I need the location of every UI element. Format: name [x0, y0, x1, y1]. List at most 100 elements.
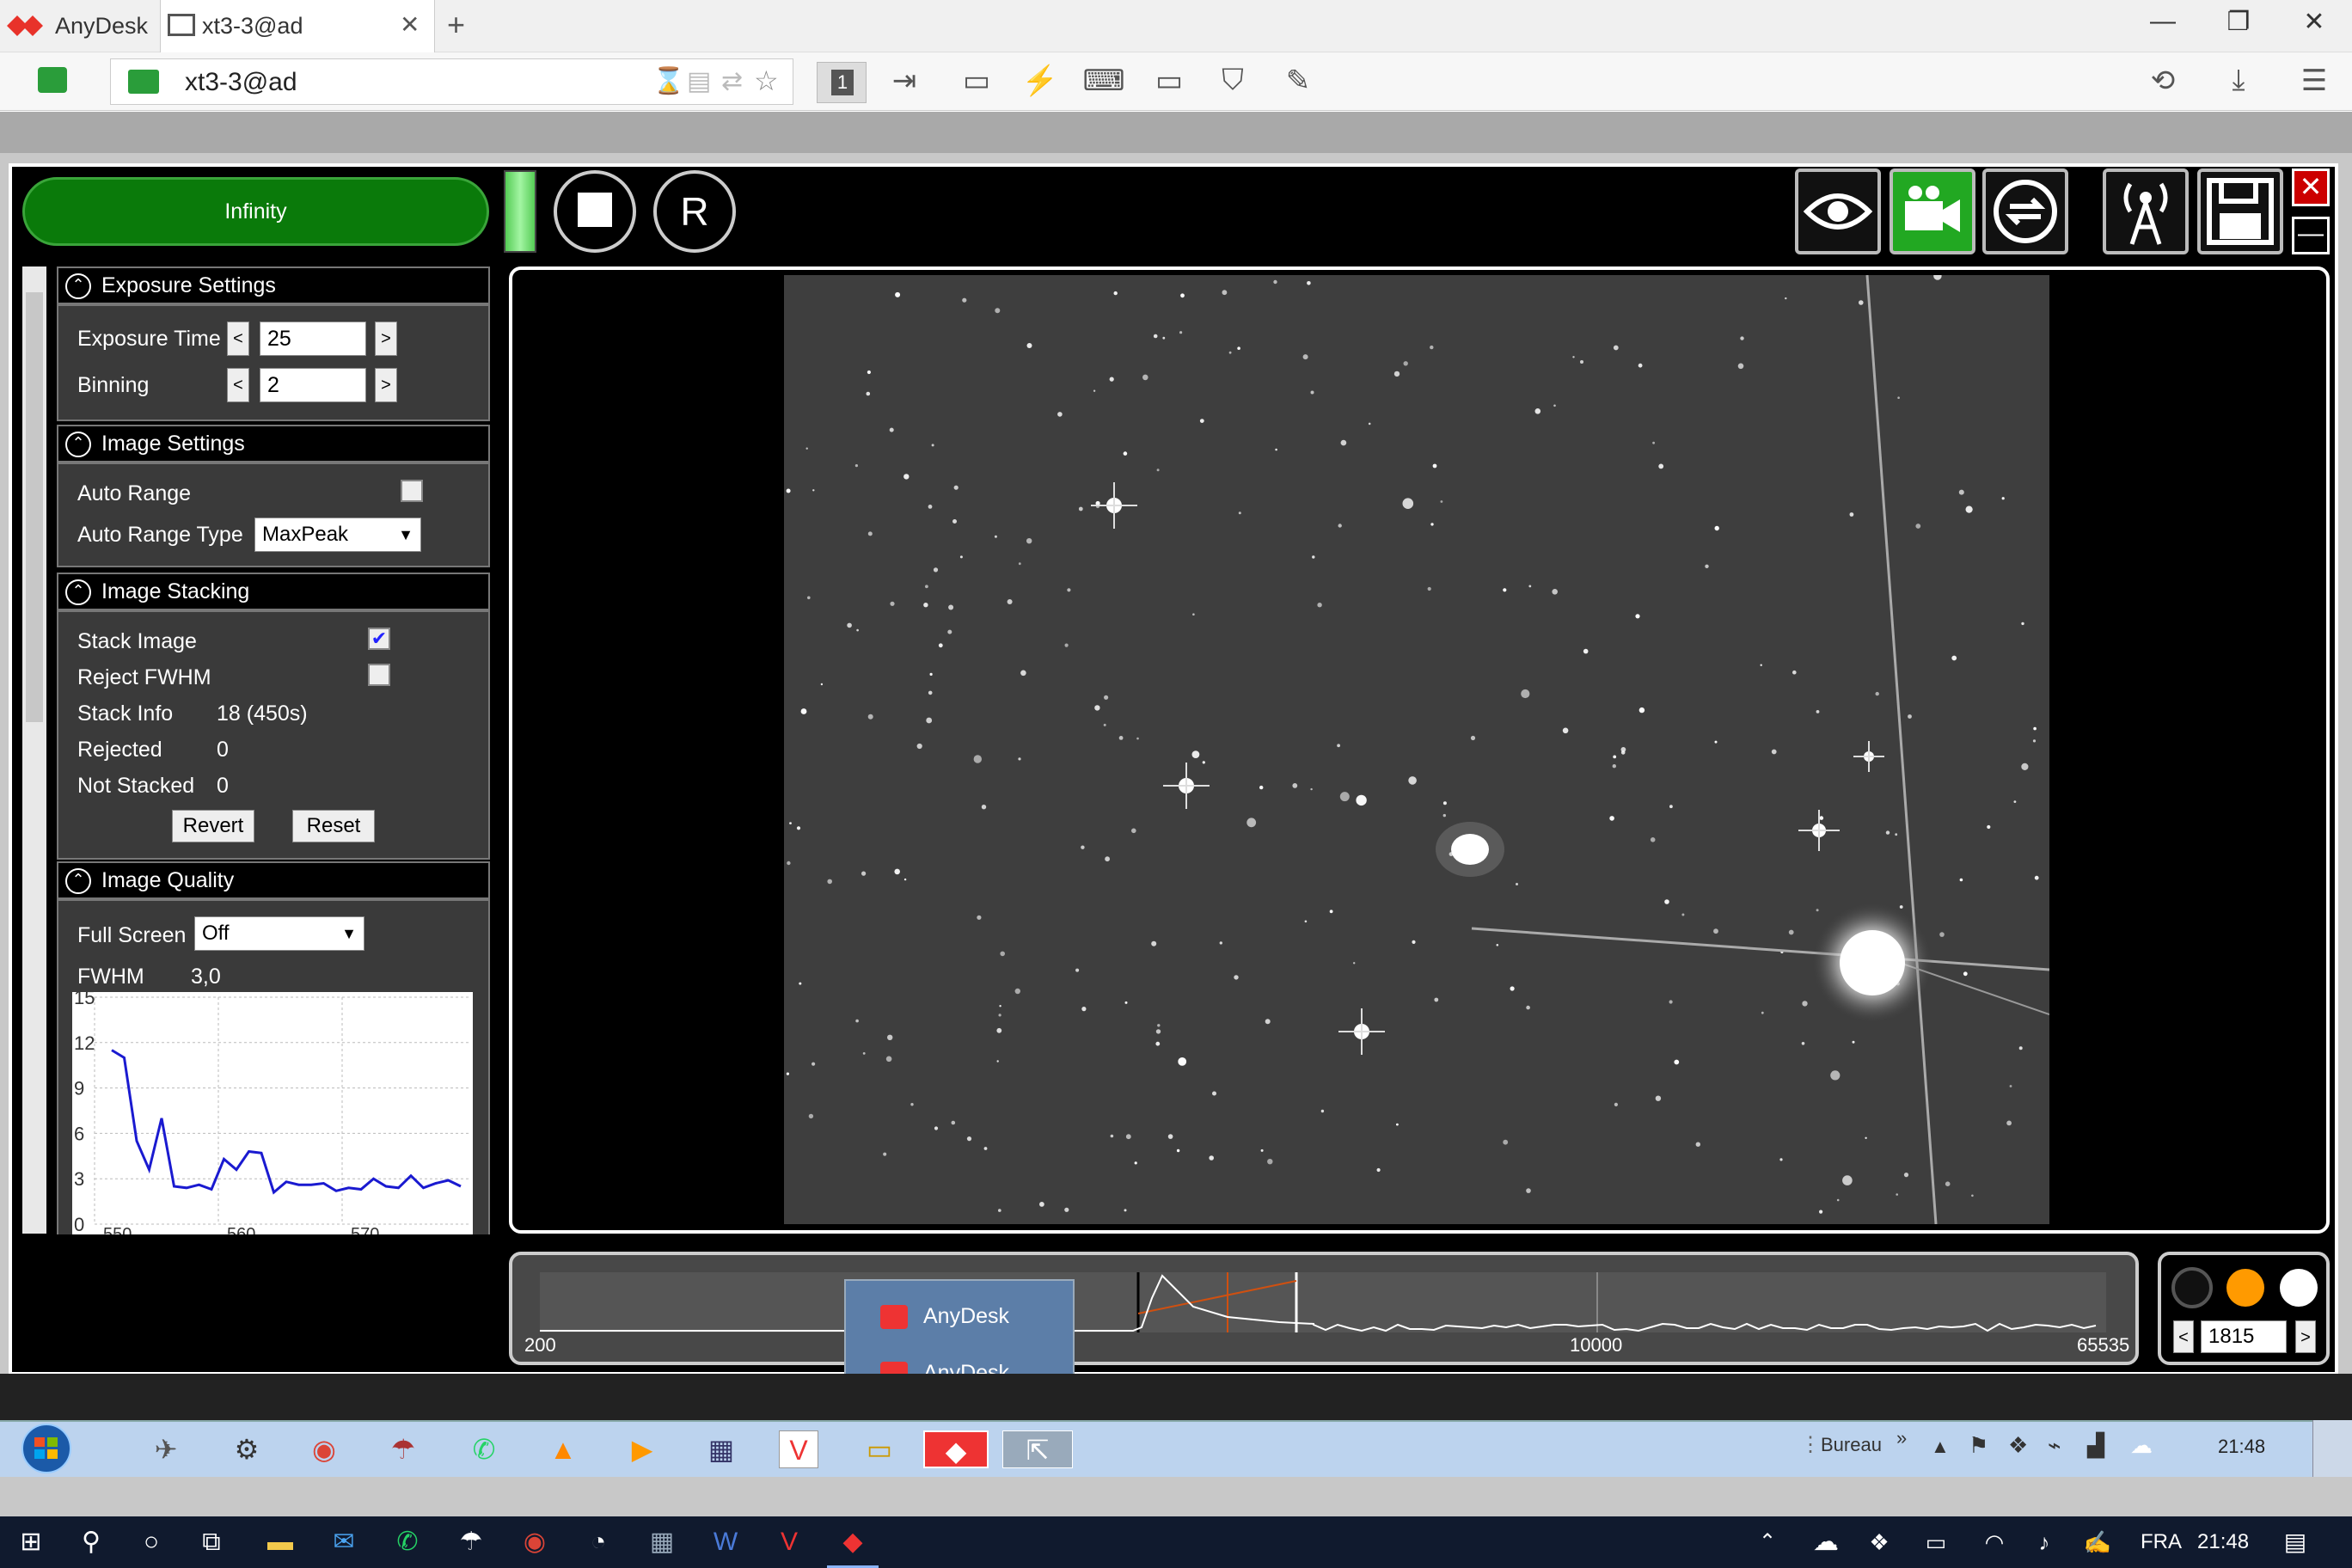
star-field-image[interactable] — [784, 275, 2049, 1224]
image-settings-header[interactable]: ⌃ Image Settings — [57, 425, 490, 462]
save-button[interactable] — [2197, 168, 2283, 254]
wifi-icon[interactable]: ◠ — [1969, 1516, 2020, 1568]
actions-lightning-icon[interactable]: ⚡ — [1014, 64, 1066, 98]
whatsapp-icon[interactable]: ✆ — [464, 1430, 504, 1468]
r-button[interactable]: R — [653, 170, 736, 253]
full-screen-select[interactable]: Off ▼ — [194, 916, 364, 951]
session-number-button[interactable]: 1 — [817, 62, 867, 103]
toolbar-chevron[interactable]: » — [1896, 1427, 1907, 1449]
loop-button[interactable] — [1982, 168, 2068, 254]
app-close-icon[interactable]: ✕ — [2292, 168, 2330, 206]
input-language[interactable]: FRA — [2141, 1530, 2182, 1554]
search-icon[interactable]: ⚲ — [65, 1516, 117, 1568]
speedometer-icon[interactable]: ◔ — [573, 1516, 624, 1568]
file-explorer-icon[interactable]: ▬ — [254, 1516, 306, 1568]
show-desktop-button[interactable] — [2312, 1420, 2352, 1477]
image-stacking-header[interactable]: ⌃ Image Stacking — [57, 573, 490, 610]
binning-decrement[interactable]: < — [227, 368, 249, 402]
cloud-icon[interactable]: ☁ — [2130, 1432, 2153, 1459]
stop-button[interactable] — [554, 170, 636, 253]
exposure-settings-header[interactable]: ⌃ Exposure Settings — [57, 266, 490, 304]
black-level-icon[interactable] — [2171, 1267, 2213, 1308]
favorite-star-icon[interactable]: ☆ — [754, 64, 779, 97]
whatsapp-icon[interactable]: ✆ — [382, 1516, 433, 1568]
windows-start-icon[interactable]: ⊞ — [5, 1516, 57, 1568]
collapse-caret-icon[interactable]: ⌃ — [65, 432, 91, 457]
chrome-icon[interactable]: ◉ — [304, 1430, 344, 1468]
word-icon[interactable]: W — [700, 1516, 751, 1568]
chat-icon[interactable]: ▭ — [951, 64, 1002, 98]
close-window-button[interactable]: ✕ — [2288, 7, 2340, 37]
keyboard-icon[interactable]: ⌨ — [1078, 64, 1130, 98]
level-increment[interactable]: > — [2295, 1320, 2316, 1353]
document-app-icon[interactable]: ▦ — [636, 1516, 688, 1568]
minimize-window-button[interactable]: — — [2137, 7, 2189, 36]
popup-anydesk-item-1[interactable]: AnyDesk — [863, 1295, 1061, 1338]
chrome-icon[interactable]: ◉ — [509, 1516, 560, 1568]
exposure-time-decrement[interactable]: < — [227, 322, 249, 356]
video-camera-button[interactable] — [1890, 168, 1975, 254]
collapse-caret-icon[interactable]: ⌃ — [65, 868, 91, 894]
remote-app-icon-2[interactable]: ⚙ — [227, 1430, 266, 1468]
exposure-time-increment[interactable]: > — [375, 322, 397, 356]
white-level-icon[interactable] — [2280, 1269, 2318, 1307]
switch-side-icon[interactable]: ⇥ — [879, 64, 930, 98]
flag-icon[interactable]: ⚑ — [1969, 1432, 1988, 1459]
binning-increment[interactable]: > — [375, 368, 397, 402]
tray-expand-icon[interactable]: ⌃ — [1742, 1516, 1793, 1568]
broadcast-button[interactable] — [2103, 168, 2189, 254]
signal-icon[interactable]: ▟ — [2087, 1432, 2104, 1459]
battery-icon[interactable]: ▭ — [1910, 1516, 1962, 1568]
vlc-icon[interactable]: ▲ — [543, 1430, 583, 1468]
notifications-icon[interactable]: ▤ — [2269, 1516, 2321, 1568]
reject-fwhm-checkbox[interactable] — [368, 664, 390, 686]
tab-close-icon[interactable]: ✕ — [400, 10, 420, 39]
local-clock[interactable]: 21:48 — [2197, 1530, 2249, 1554]
task-view-icon[interactable]: ⧉ — [186, 1516, 237, 1568]
revert-button[interactable]: Revert — [172, 810, 254, 842]
cortana-icon[interactable]: ○ — [126, 1516, 177, 1568]
connection-status-icon[interactable] — [38, 67, 67, 93]
stack-image-checkbox[interactable]: ✔ — [368, 628, 390, 650]
address-field[interactable]: xt3-3@ad ⌛ ▤ ⇄ ☆ — [110, 58, 793, 105]
session-tab[interactable]: xt3-3@ad ✕ — [160, 0, 435, 52]
collapse-caret-icon[interactable]: ⌃ — [65, 579, 91, 605]
file-explorer-icon[interactable]: ▭ — [860, 1430, 899, 1468]
histogram-plot[interactable] — [540, 1272, 2106, 1332]
image-quality-header[interactable]: ⌃ Image Quality — [57, 861, 490, 899]
vivaldi-icon[interactable]: V — [779, 1430, 818, 1468]
windows7-start-orb-icon[interactable] — [14, 1420, 79, 1477]
new-tab-button[interactable]: + — [447, 7, 465, 43]
mail-icon[interactable]: ✉ — [318, 1516, 370, 1568]
reset-button[interactable]: Reset — [292, 810, 375, 842]
anydesk-icon[interactable]: ◆ — [827, 1516, 879, 1568]
mid-level-icon[interactable] — [2226, 1269, 2264, 1307]
app-minimize-icon[interactable]: — — [2292, 217, 2330, 254]
remote-app-icon-12[interactable]: ⇱ — [1002, 1430, 1073, 1468]
collapse-caret-icon[interactable]: ⌃ — [65, 273, 91, 299]
bureau-toolbar-label[interactable]: Bureau — [1821, 1434, 1882, 1456]
menu-icon[interactable]: ☰ — [2288, 64, 2340, 98]
panel-scrollbar-thumb[interactable] — [26, 292, 43, 722]
auto-range-type-select[interactable]: MaxPeak ▼ — [254, 518, 421, 552]
dropbox-icon[interactable]: ❖ — [2008, 1432, 2028, 1459]
remote-app-icon-8[interactable]: ▦ — [701, 1430, 741, 1468]
display-icon[interactable]: ▭ — [1143, 64, 1195, 98]
download-icon[interactable]: ⤓ — [2213, 64, 2264, 97]
auto-range-checkbox[interactable] — [401, 480, 423, 502]
exposure-time-input[interactable]: 25 — [260, 322, 366, 356]
whiteboard-pen-icon[interactable]: ✎ — [1272, 64, 1324, 98]
remote-clock[interactable]: 21:48 — [2218, 1436, 2265, 1458]
onedrive-icon[interactable]: ☁ — [1800, 1516, 1852, 1568]
remote-app-icon-1[interactable]: ✈ — [146, 1430, 186, 1468]
view-eye-button[interactable] — [1795, 168, 1881, 254]
binning-input[interactable]: 2 — [260, 368, 366, 402]
level-input[interactable]: 1815 — [2201, 1320, 2287, 1353]
permissions-shield-icon[interactable]: ⛉ — [1207, 64, 1259, 97]
power-plug-icon[interactable]: ⌁ — [2048, 1432, 2061, 1459]
pen-icon[interactable]: ✍ — [2072, 1516, 2123, 1568]
volume-muted-icon[interactable]: ♪ — [2018, 1516, 2070, 1568]
tray-arrow-icon[interactable]: ▲ — [1931, 1436, 1950, 1458]
media-player-icon[interactable]: ▶ — [622, 1430, 662, 1468]
vivaldi-icon[interactable]: V — [763, 1516, 815, 1568]
